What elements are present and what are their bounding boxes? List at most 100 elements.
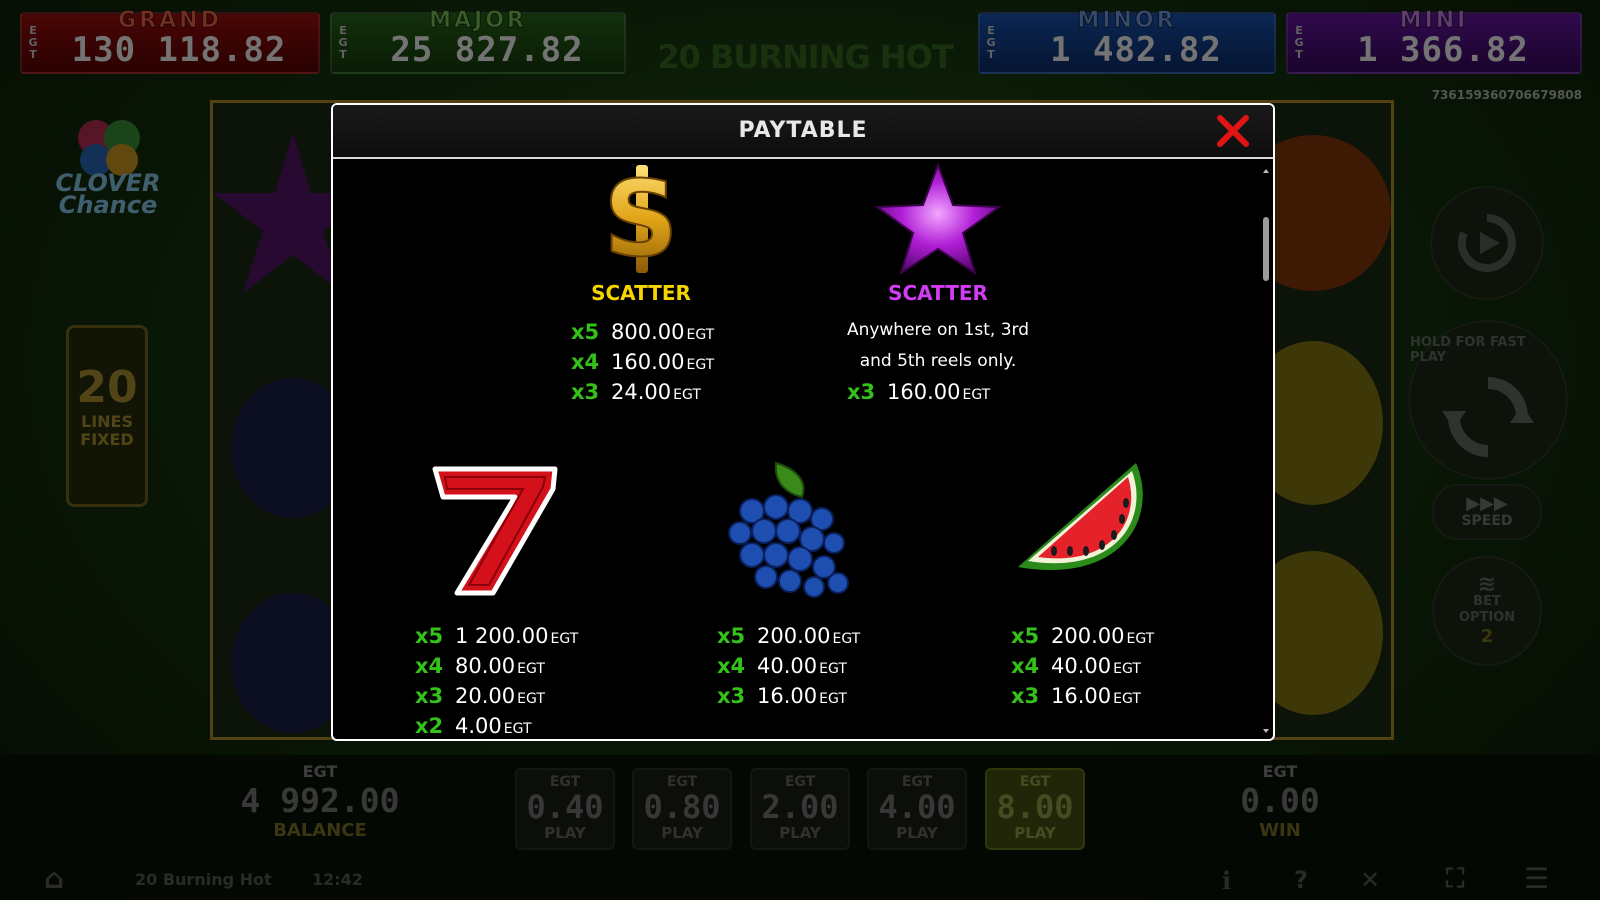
bet-value: 8.00 (996, 788, 1074, 826)
pay-row: x5 1 200.00 EGT (415, 621, 615, 651)
jackpot-minor: MINOR EGT 1 482.82 (978, 8, 1276, 74)
pay-row: x4 80.00 EGT (415, 651, 615, 681)
pay-amount: 160.00 (887, 380, 961, 404)
pay-multiplier: x3 (1011, 684, 1040, 708)
seven-pays: x5 1 200.00 EGT x4 80.00 EGT x3 20.00 EGT x2 4.… (415, 621, 615, 739)
jackpot-mini-name: MINI (1399, 8, 1469, 34)
bet-play-label: PLAY (896, 824, 938, 842)
fast-forward-icon: ▶▶▶ (1466, 493, 1508, 514)
pay-currency: EGT (1126, 631, 1155, 647)
star-pays: x3 160.00 EGT (813, 377, 1063, 407)
pay-multiplier: x4 (717, 654, 746, 678)
dollar-symbol-icon: S (603, 159, 680, 281)
bet-value: 0.40 (526, 788, 604, 826)
pay-currency: EGT (673, 387, 701, 403)
pay-multiplier: x2 (415, 714, 444, 738)
watermelon-pays: x5 200.00 EGT x4 40.00 EGT x3 16.00 EGT (1011, 621, 1211, 711)
fullscreen-icon[interactable]: ⛶ (1446, 864, 1464, 895)
grapes-symbol-icon (728, 461, 849, 598)
spin-button[interactable]: HOLD FOR FAST PLAY (1408, 320, 1568, 480)
bet-value: 4.00 (878, 788, 956, 826)
lines-count: 20 (76, 362, 138, 413)
pay-currency: EGT (550, 631, 579, 647)
pay-amount: 20.00 (455, 684, 516, 708)
pay-currency: EGT (819, 691, 847, 707)
bet-option-label2: OPTION (1458, 609, 1516, 625)
pay-multiplier: x4 (415, 654, 444, 678)
pay-amount: 4.00 (455, 714, 502, 738)
paytable-title: PAYTABLE (738, 118, 868, 143)
bet-option-button[interactable]: ≋ BET OPTION 2 (1432, 556, 1542, 666)
spin-icon (1442, 377, 1534, 457)
bet-value: 2.00 (761, 788, 839, 826)
pay-amount: 200.00 (1051, 624, 1125, 648)
bet-button-3[interactable]: EGT 2.00 PLAY (750, 768, 850, 850)
mute-icon[interactable]: ✕ (1360, 866, 1380, 894)
jackpot-minor-name: MINOR (1077, 8, 1177, 34)
pay-amount: 40.00 (757, 654, 818, 678)
pay-amount: 40.00 (1051, 654, 1112, 678)
pay-amount: 800.00 (611, 320, 685, 344)
pay-amount: 24.00 (611, 380, 672, 404)
pay-currency: EGT (686, 327, 715, 343)
pay-row: x3 24.00 EGT (571, 377, 741, 407)
pay-multiplier: x3 (717, 684, 746, 708)
pay-row: x5 800.00 EGT (571, 317, 741, 347)
watermelon-symbol-icon (1018, 463, 1143, 571)
pay-currency: EGT (517, 691, 545, 707)
status-time: 12:42 (312, 870, 363, 889)
game-title: 20 BURNING HOT (657, 38, 953, 76)
pay-currency: EGT (517, 661, 545, 677)
paytable-content[interactable]: S SCATTER x5 800.00 EGT x4 160.00 EGT x3 24.0… (333, 159, 1273, 739)
autoplay-button[interactable] (1430, 186, 1544, 300)
seven-entry (393, 459, 593, 603)
clover-chance-logo: CLOVER Chance (38, 108, 178, 238)
menu-icon[interactable]: ☰ (1524, 862, 1549, 895)
pay-row: x4 40.00 EGT (1011, 651, 1211, 681)
paytable-header: PAYTABLE (333, 105, 1273, 159)
close-button[interactable] (1215, 113, 1251, 149)
jackpot-major-value: 25 827.82 (390, 30, 584, 70)
jackpot-mini-value: 1 366.82 (1357, 30, 1529, 70)
help-icon[interactable]: ? (1294, 866, 1308, 894)
jackpot-major: MAJOR EGT 25 827.82 (330, 8, 626, 74)
bet-button-1[interactable]: EGT 0.40 PLAY (515, 768, 615, 850)
win-value: 0.00 (1240, 781, 1320, 820)
star-description: Anywhere on 1st, 3rd and 5th reels only. (813, 315, 1063, 377)
pay-currency: EGT (1113, 691, 1141, 707)
info-icon[interactable]: i (1222, 866, 1231, 895)
pay-row: x3 16.00 EGT (1011, 681, 1211, 711)
home-icon[interactable]: ⌂ (44, 862, 64, 895)
coins-icon: ≋ (1477, 571, 1497, 597)
win-display: EGT 0.00 WIN (1200, 762, 1360, 841)
pay-row: x4 160.00 EGT (571, 347, 741, 377)
pay-amount: 200.00 (757, 624, 831, 648)
pay-row: x2 4.00 EGT (415, 711, 615, 739)
autoplay-icon (1457, 214, 1516, 272)
dollar-scatter-label: SCATTER (591, 281, 691, 305)
pay-currency: EGT (686, 357, 715, 373)
logo-text: CLOVER Chance (38, 171, 178, 217)
fixed-label: FIXED (80, 430, 134, 449)
pay-currency: EGT (819, 661, 847, 677)
bet-button-5[interactable]: EGT 8.00 PLAY (985, 768, 1085, 850)
bet-option-value: 2 (1480, 625, 1494, 647)
balance-display: EGT 4 992.00 BALANCE (240, 762, 400, 841)
speed-label: SPEED (1461, 513, 1513, 529)
clover-icon (78, 120, 140, 176)
bet-button-2[interactable]: EGT 0.80 PLAY (632, 768, 732, 850)
grapes-pays: x5 200.00 EGT x4 40.00 EGT x3 16.00 EGT (717, 621, 917, 711)
win-currency: EGT (1262, 762, 1298, 781)
purple-star-icon (874, 162, 1002, 276)
lines-fixed-badge: 20 LINES FIXED (66, 325, 148, 507)
jackpot-grand-value: 130 118.82 (71, 30, 287, 70)
pay-currency: EGT (1113, 661, 1141, 677)
bet-button-4[interactable]: EGT 4.00 PLAY (867, 768, 967, 850)
hold-for-fast-play-text: HOLD FOR FAST PLAY (1410, 335, 1526, 365)
jackpot-major-name: MAJOR (429, 8, 527, 34)
speed-button[interactable]: ▶▶▶ SPEED (1432, 484, 1542, 540)
bet-option-label1: BET (1473, 593, 1501, 609)
watermelon-entry (1005, 459, 1165, 603)
pay-currency: EGT (503, 721, 532, 737)
paytable-modal: PAYTABLE S SCATTER x5 800.00 EGT x4 160.… (331, 103, 1275, 741)
